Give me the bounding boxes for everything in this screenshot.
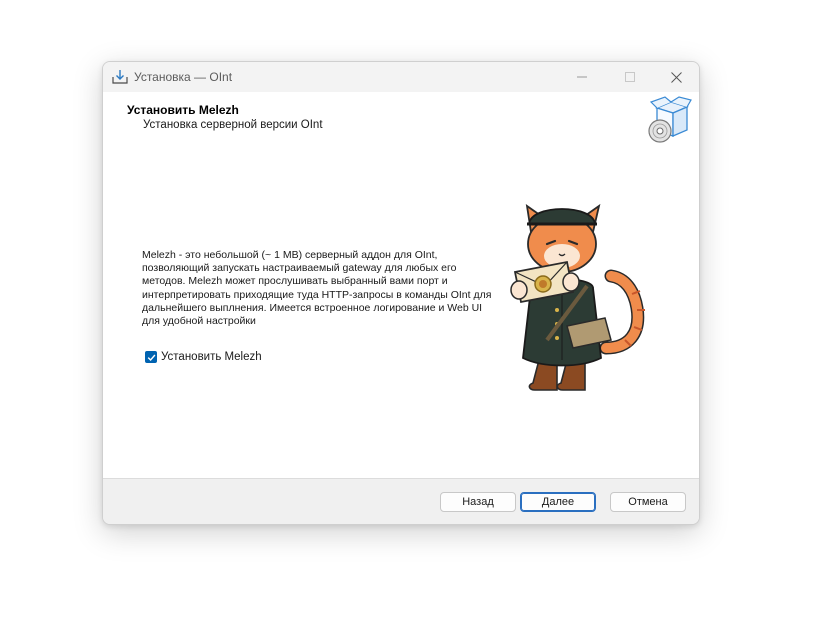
page-title: Установить Melezh	[127, 103, 239, 117]
next-button[interactable]: Далее	[520, 492, 596, 512]
installer-download-icon	[112, 70, 128, 84]
checkmark-icon	[147, 354, 155, 361]
install-melezh-option[interactable]: Установить Melezh	[145, 351, 262, 363]
close-button[interactable]	[653, 62, 699, 92]
maximize-icon	[625, 72, 635, 82]
content-panel: Установить Melezh Установка серверной ве…	[103, 92, 699, 479]
addon-description: Melezh - это небольшой (~ 1 MB) серверны…	[142, 249, 492, 328]
minimize-icon	[577, 76, 587, 78]
install-melezh-label: Установить Melezh	[161, 351, 262, 363]
button-bar: Назад Далее Отмена	[103, 479, 699, 524]
cat-mascot-illustration	[510, 203, 645, 391]
back-button[interactable]: Назад	[440, 492, 516, 512]
title-bar[interactable]: Установка — OInt	[103, 62, 699, 92]
close-icon	[670, 71, 682, 83]
page-subtitle: Установка серверной версии OInt	[143, 119, 323, 131]
box-disc-icon	[648, 96, 692, 143]
window-title: Установка — OInt	[134, 70, 233, 84]
install-melezh-checkbox[interactable]	[145, 351, 157, 363]
maximize-button[interactable]	[607, 62, 653, 92]
cancel-button[interactable]: Отмена	[610, 492, 686, 512]
installer-window: Установка — OInt Установить Melezh Устан…	[102, 61, 700, 525]
minimize-button[interactable]	[559, 62, 605, 92]
